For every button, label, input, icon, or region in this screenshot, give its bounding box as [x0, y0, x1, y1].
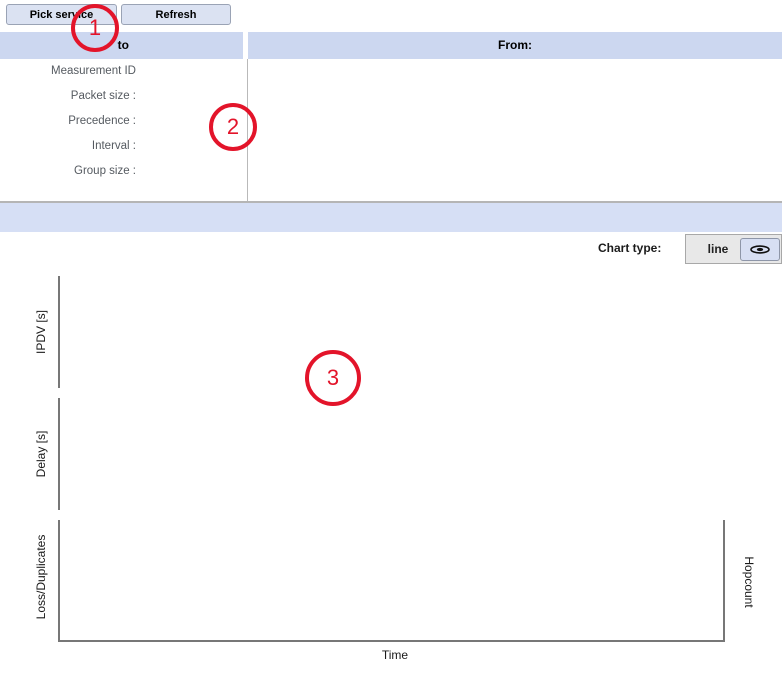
axis-title-ipdv: IPDV [s]	[34, 310, 48, 355]
axis-title-loss-duplicates: Loss/Duplicates	[34, 534, 48, 620]
chart-type-label: Chart type:	[598, 241, 662, 255]
measurement-form-panel: Measurement ID Packet size : Precedence …	[0, 59, 782, 203]
label-packet-size: Packet size :	[70, 90, 136, 102]
label-group-size: Group size :	[74, 165, 136, 177]
header-to-label: to	[0, 32, 243, 59]
label-precedence: Precedence :	[68, 115, 136, 127]
axis-line-ipdv	[58, 276, 60, 388]
toolbar: Pick service Refresh	[0, 0, 782, 30]
form-vertical-divider	[247, 59, 248, 203]
chart-type-combobox[interactable]: line	[685, 234, 782, 264]
pick-service-button[interactable]: Pick service	[6, 4, 117, 25]
axis-line-time	[58, 640, 725, 642]
header-row: to From:	[0, 32, 782, 59]
label-measurement-id: Measurement ID	[50, 65, 136, 77]
chart-type-dropdown-button[interactable]	[740, 238, 780, 261]
separator-band	[0, 203, 782, 232]
lens-diamond-icon	[750, 245, 770, 254]
chart-plot-area[interactable]: IPDV [s] Delay [s] Loss/Duplicates Time …	[0, 267, 782, 675]
refresh-button[interactable]: Refresh	[121, 4, 231, 25]
axis-line-loss-duplicates	[58, 520, 60, 642]
chart-type-row: Chart type: line	[0, 232, 782, 267]
axis-title-time: Time	[381, 648, 409, 662]
axis-title-hopcount: Hopcount	[742, 556, 756, 608]
header-from-label: From:	[248, 32, 782, 59]
chart-type-value: line	[707, 242, 729, 256]
axis-line-hopcount	[723, 520, 725, 642]
axis-title-delay: Delay [s]	[34, 430, 48, 478]
label-interval: Interval :	[91, 140, 136, 152]
axis-line-delay	[58, 398, 60, 510]
